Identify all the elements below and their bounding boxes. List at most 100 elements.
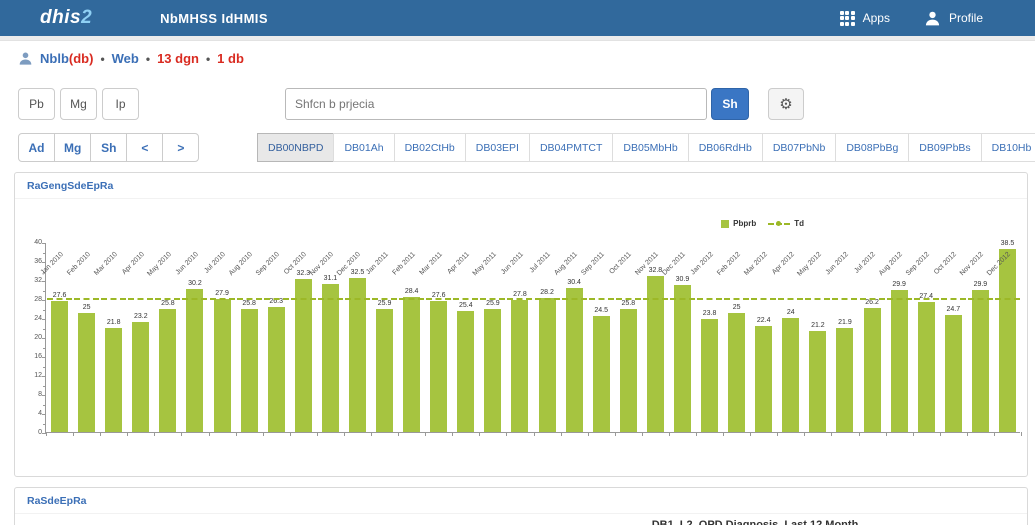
bar-Oct-2011[interactable] [620, 309, 637, 432]
x-axis-tick [615, 432, 616, 436]
y-axis-label: 8 [20, 391, 42, 398]
dashboard-owner[interactable]: Nblb [40, 51, 69, 66]
bar-Mar-2011[interactable] [430, 301, 447, 432]
search-button[interactable]: Sh [711, 88, 749, 120]
bar-Feb-2011[interactable] [403, 297, 420, 432]
apps-label: Apps [863, 11, 890, 25]
bar-Jul-2011[interactable] [539, 298, 556, 432]
dashboard-tab-DB08PbBg[interactable]: DB08PbBg [835, 133, 909, 162]
settings-gear-button[interactable]: ⚙ [768, 88, 804, 120]
dashboard-tab-DB01Ah[interactable]: DB01Ah [333, 133, 394, 162]
bar-Aug-2012[interactable] [891, 290, 908, 432]
bar-Jun-2011[interactable] [511, 300, 528, 432]
bar-May-2011[interactable] [484, 309, 501, 432]
bar-Jan-2012[interactable] [701, 319, 718, 432]
bar-Jun-2010[interactable] [186, 289, 203, 432]
toolbar-button-Pb[interactable]: Pb [18, 88, 55, 120]
nav-button-<[interactable]: < [126, 133, 163, 162]
dashboard-tab-DB05MbHb[interactable]: DB05MbHb [612, 133, 688, 162]
dashboard-tab-DB04PMTCT[interactable]: DB04PMTCT [529, 133, 613, 162]
bar-value-label: 25 [72, 304, 102, 311]
bar-Nov-2012[interactable] [972, 290, 989, 432]
dashboard-tab-DB09PbBs[interactable]: DB09PbBs [908, 133, 981, 162]
bar-Sep-2012[interactable] [918, 302, 935, 432]
dashboard-tab-DB10Hb[interactable]: DB10Hb [981, 133, 1035, 162]
bar-Aug-2011[interactable] [566, 288, 583, 432]
dashboard-tab-DB07PbNb[interactable]: DB07PbNb [762, 133, 837, 162]
bar-May-2010[interactable] [159, 309, 176, 432]
dashboard-context[interactable]: Web [112, 51, 139, 66]
chart-panel-links[interactable]: RaGengSdeEpRa [15, 173, 1027, 199]
bar-Apr-2011[interactable] [457, 311, 474, 432]
bar-Apr-2010[interactable] [132, 322, 149, 432]
nav-button-Ad[interactable]: Ad [18, 133, 55, 162]
bar-Jan-2011[interactable] [376, 309, 393, 432]
nav-button->[interactable]: > [162, 133, 199, 162]
bar-Jun-2012[interactable] [836, 328, 853, 432]
bar-Mar-2010[interactable] [105, 328, 122, 432]
bar-Dec-2012[interactable] [999, 249, 1016, 432]
bar-Jan-2010[interactable] [51, 301, 68, 432]
x-axis-tick [859, 432, 860, 436]
dashboard-tab-DB06RdHb[interactable]: DB06RdHb [688, 133, 763, 162]
toolbar-button-Ip[interactable]: Ip [102, 88, 139, 120]
bar-Jul-2010[interactable] [214, 299, 231, 432]
nav-button-Sh[interactable]: Sh [90, 133, 127, 162]
apps-menu[interactable]: Apps [840, 11, 890, 26]
y-axis-label: 12 [20, 372, 42, 379]
bar-value-label: 21.2 [803, 322, 833, 329]
bar-Oct-2012[interactable] [945, 315, 962, 432]
y-axis-tick [42, 319, 46, 320]
target-line-segment [968, 298, 993, 300]
second-panel-links[interactable]: RaSdeEpRa [15, 488, 1027, 514]
legend-target-label: Td [794, 219, 804, 228]
y-axis-tick [43, 253, 46, 254]
bar-value-label: 23.2 [126, 313, 156, 320]
toolbar-button-Mg[interactable]: Mg [60, 88, 97, 120]
x-axis-tick [669, 432, 670, 436]
bar-Sep-2011[interactable] [593, 316, 610, 432]
dashboard-tab-DB02CtHb[interactable]: DB02CtHb [394, 133, 466, 162]
bar-value-label: 38.5 [992, 240, 1022, 247]
y-axis-label: 16 [20, 353, 42, 360]
dhis2-logo[interactable]: dhis2 [40, 7, 92, 29]
dashboard-tab-DB03EPI[interactable]: DB03EPI [465, 133, 530, 162]
top-navigation-bar: dhis2 NbMHSS IdHMIS Apps Profile [0, 0, 1035, 36]
legend-item-bars[interactable]: Pbprb [721, 219, 756, 228]
y-axis-tick [42, 281, 46, 282]
separator-dot: • [146, 52, 150, 66]
x-axis-tick [263, 432, 264, 436]
app-title: NbMHSS IdHMIS [160, 11, 268, 26]
search-input[interactable] [285, 88, 707, 120]
profile-menu[interactable]: Profile [924, 10, 983, 27]
bar-Nov-2010[interactable] [322, 284, 339, 432]
bar-Feb-2010[interactable] [78, 313, 95, 432]
x-axis-tick [479, 432, 480, 436]
y-axis-tick [42, 414, 46, 415]
nav-button-Mg[interactable]: Mg [54, 133, 91, 162]
bar-Aug-2010[interactable] [241, 309, 258, 432]
legend-item-target[interactable]: Td [768, 219, 804, 228]
x-axis-tick [967, 432, 968, 436]
bar-Mar-2012[interactable] [755, 326, 772, 432]
bar-Apr-2012[interactable] [782, 318, 799, 432]
chart-panel: RaGengSdeEpRa Pbprb Td 04812162024283236… [14, 172, 1028, 477]
toolbar-buttons: PbMgIp [18, 88, 139, 120]
bar-Feb-2012[interactable] [728, 313, 745, 432]
bar-Jul-2012[interactable] [864, 308, 881, 432]
y-axis-label: 36 [20, 258, 42, 265]
stat-badge-2: 1 db [217, 51, 244, 66]
bar-value-label: 22.4 [749, 317, 779, 324]
dashboard-tabs: DB00NBPDDB01AhDB02CtHbDB03EPIDB04PMTCTDB… [258, 133, 1035, 162]
bar-Dec-2011[interactable] [674, 285, 691, 432]
bar-May-2012[interactable] [809, 331, 826, 432]
legend-bar-swatch-icon [721, 220, 729, 228]
separator-dot: • [100, 52, 104, 66]
x-axis-tick [398, 432, 399, 436]
bar-Sep-2010[interactable] [268, 307, 285, 432]
x-axis-tick [642, 432, 643, 436]
x-axis-tick [588, 432, 589, 436]
bar-value-label: 23.8 [695, 310, 725, 317]
bar-value-label: 25 [722, 304, 752, 311]
dashboard-tab-DB00NBPD[interactable]: DB00NBPD [257, 133, 334, 162]
